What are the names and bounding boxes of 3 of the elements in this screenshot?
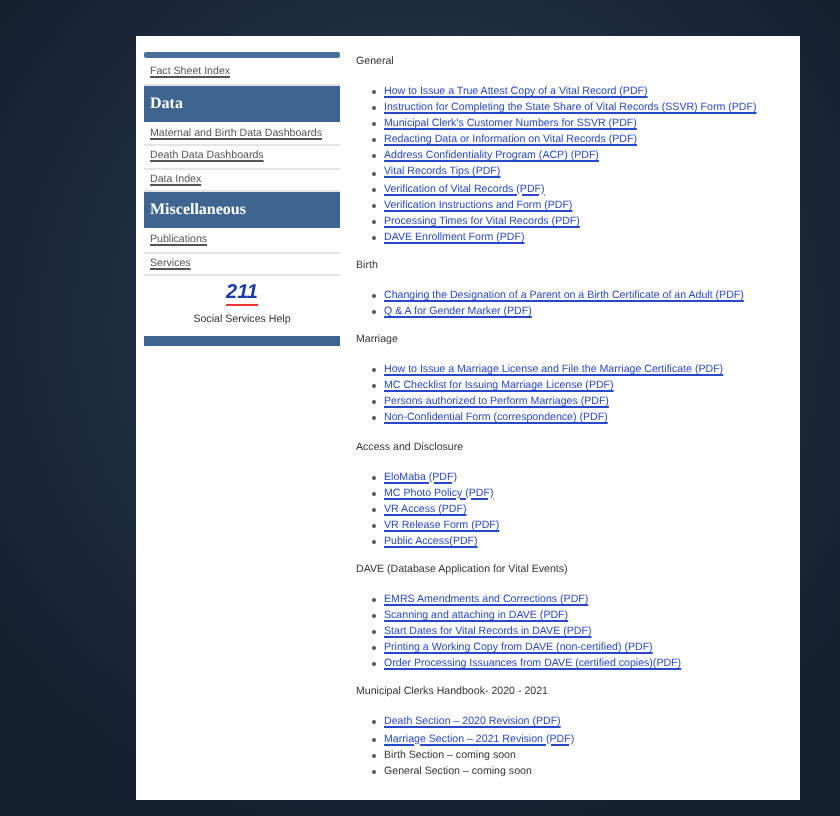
sidebar-heading: Miscellaneous bbox=[144, 192, 340, 230]
logo[interactable]: 211 bbox=[226, 284, 258, 306]
sidebar-heading: Data bbox=[144, 85, 340, 123]
